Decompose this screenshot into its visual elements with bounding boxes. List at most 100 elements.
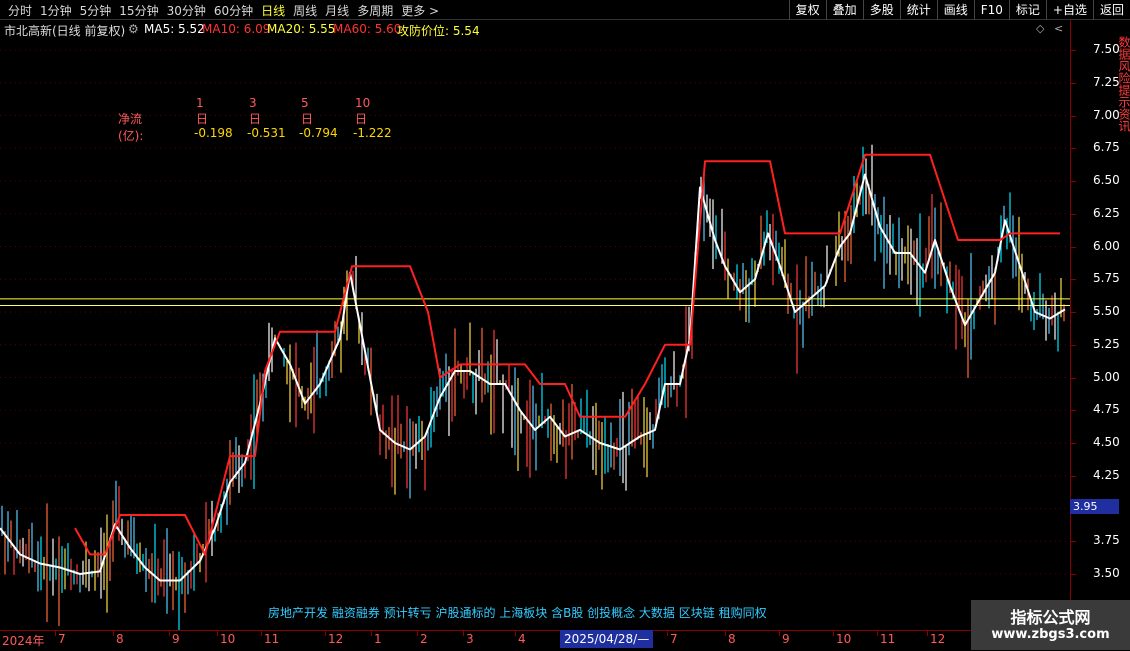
tool-button-1[interactable]: 叠加: [825, 0, 863, 20]
net-flow-header-3d: 3日: [249, 96, 262, 126]
candlestick-chart[interactable]: [0, 38, 1070, 630]
x-tick-label-13: 7: [670, 632, 678, 646]
x-tick-label-10: 4: [518, 632, 526, 646]
side-info-strip[interactable]: 数据风险提示资讯: [1116, 36, 1130, 596]
x-tick-mark: [927, 631, 928, 636]
diamond-icon[interactable]: ◇: [1036, 22, 1044, 35]
tool-buttons: 复权 叠加 多股 统计 画线 F10 标记 +自选 返回: [788, 0, 1130, 20]
side-strip-text: 数据风险提示资讯: [1117, 36, 1130, 132]
tool-button-4[interactable]: 画线: [936, 0, 974, 20]
y-tick-mark: [1071, 148, 1076, 150]
period-tab-6[interactable]: 日线: [257, 2, 289, 19]
current-price-box: 3.95: [1070, 499, 1119, 514]
tool-button-2[interactable]: 多股: [862, 0, 900, 20]
indicator-bar: 市北高新(日线 前复权) ⚙ MA5: 5.52 MA10: 6.09 MA20…: [0, 20, 1070, 38]
x-tick-mark: [55, 631, 56, 636]
cursor-date-box: 2025/04/28/—: [560, 630, 654, 648]
x-tick-label-5: 11: [264, 632, 280, 646]
tool-button-7[interactable]: +自选: [1045, 0, 1093, 20]
y-tick-mark: [1071, 344, 1076, 346]
x-tick-label-6: 12: [328, 632, 344, 646]
net-flow-label: 净流(亿):: [118, 112, 144, 143]
period-tab-10[interactable]: 更多 >: [397, 2, 443, 19]
x-tick-mark: [779, 631, 780, 636]
period-tabs: 分时 1分钟 5分钟 15分钟 30分钟 60分钟 日线 周线 月线 多周期 更多 >: [4, 2, 443, 19]
x-tick-mark: [725, 631, 726, 636]
net-flow-value-3d: -0.531: [247, 126, 286, 140]
net-flow-value-10d: -1.222: [353, 126, 392, 140]
tool-button-8[interactable]: 返回: [1092, 0, 1130, 20]
y-tick-mark: [1071, 213, 1076, 215]
period-tab-0[interactable]: 分时: [4, 2, 36, 19]
y-tick-mark: [1071, 312, 1076, 313]
y-tick-mark: [1071, 443, 1076, 444]
x-tick-mark: [417, 631, 418, 636]
y-tick-mark: [1071, 279, 1076, 281]
x-tick-label-18: 12: [930, 632, 946, 646]
x-tick-label-9: 3: [466, 632, 474, 646]
candles-group: [1, 144, 1065, 630]
ma10-line: [74, 153, 1060, 556]
x-tick-mark: [515, 631, 516, 636]
x-tick-mark: [113, 631, 114, 636]
tool-button-6[interactable]: 标记: [1008, 0, 1046, 20]
watermark-url: www.zbgs3.com: [991, 627, 1110, 642]
period-tab-8[interactable]: 月线: [321, 2, 353, 19]
defense-price-label: 攻防价位: 5.54: [397, 24, 480, 38]
y-tick-mark: [1071, 246, 1076, 248]
period-tab-5[interactable]: 60分钟: [210, 2, 257, 19]
x-tick-label-4: 10: [220, 632, 236, 646]
concept-tags[interactable]: 房地产开发 融资融券 预计转亏 沪股通标的 上海板块 含B股 创投概念 大数据 …: [268, 604, 767, 621]
x-tick-label-17: 11: [880, 632, 896, 646]
period-tab-9[interactable]: 多周期: [353, 2, 397, 19]
caret-left-icon[interactable]: <: [1054, 22, 1063, 35]
watermark: 指标公式网 www.zbgs3.com: [971, 600, 1130, 650]
period-tab-7[interactable]: 周线: [289, 2, 321, 19]
ma20-label: MA20: 5.55: [267, 22, 336, 36]
y-tick-mark: [1071, 82, 1076, 84]
ma5-label: MA5: 5.52: [144, 22, 205, 36]
y-tick-mark: [1071, 377, 1076, 379]
y-tick-mark: [1071, 50, 1076, 51]
tool-button-0[interactable]: 复权: [788, 0, 826, 20]
x-tick-mark: [463, 631, 464, 636]
x-tick-label-16: 10: [836, 632, 852, 646]
settings-icon[interactable]: ⚙: [128, 22, 139, 36]
x-tick-mark: [833, 631, 834, 636]
y-tick-mark: [1071, 181, 1076, 182]
x-tick-mark: [169, 631, 170, 636]
period-tab-1[interactable]: 1分钟: [36, 2, 76, 19]
net-flow-header-1d: 1日: [196, 96, 209, 126]
net-flow-header-10d: 10日: [355, 96, 371, 126]
date-axis: 2024年789101112123456789101112: [0, 630, 1070, 651]
x-tick-mark: [325, 631, 326, 636]
watermark-title: 指标公式网: [1010, 608, 1091, 627]
tool-button-3[interactable]: 统计: [899, 0, 937, 20]
top-toolbar: 分时 1分钟 5分钟 15分钟 30分钟 60分钟 日线 周线 月线 多周期 更多 > 复权 叠加 多股…: [0, 0, 1130, 20]
x-tick-label-14: 8: [728, 632, 736, 646]
net-flow-value-1d: -0.198: [194, 126, 233, 140]
x-tick-mark: [371, 631, 372, 636]
stock-title[interactable]: 市北高新(日线 前复权): [4, 22, 125, 39]
net-flow-value-5d: -0.794: [299, 126, 338, 140]
x-tick-mark: [217, 631, 218, 636]
net-flow-header-5d: 5日: [301, 96, 314, 126]
y-tick-mark: [1071, 115, 1076, 117]
x-tick-mark: [877, 631, 878, 636]
x-tick-mark: [667, 631, 668, 636]
x-tick-label-1: 7: [58, 632, 66, 646]
tool-button-5[interactable]: F10: [973, 0, 1009, 20]
y-tick-mark: [1071, 475, 1076, 477]
y-tick-mark: [1071, 574, 1076, 575]
x-tick-label-2: 8: [116, 632, 124, 646]
period-tab-3[interactable]: 15分钟: [115, 2, 162, 19]
x-tick-label-0: 2024年: [2, 634, 45, 648]
period-tab-4[interactable]: 30分钟: [163, 2, 210, 19]
x-tick-label-8: 2: [420, 632, 428, 646]
period-tab-2[interactable]: 5分钟: [76, 2, 116, 19]
x-tick-mark: [261, 631, 262, 636]
x-tick-label-7: 1: [374, 632, 382, 646]
x-tick-label-15: 9: [782, 632, 790, 646]
y-tick-mark: [1071, 541, 1076, 543]
x-tick-label-3: 9: [172, 632, 180, 646]
